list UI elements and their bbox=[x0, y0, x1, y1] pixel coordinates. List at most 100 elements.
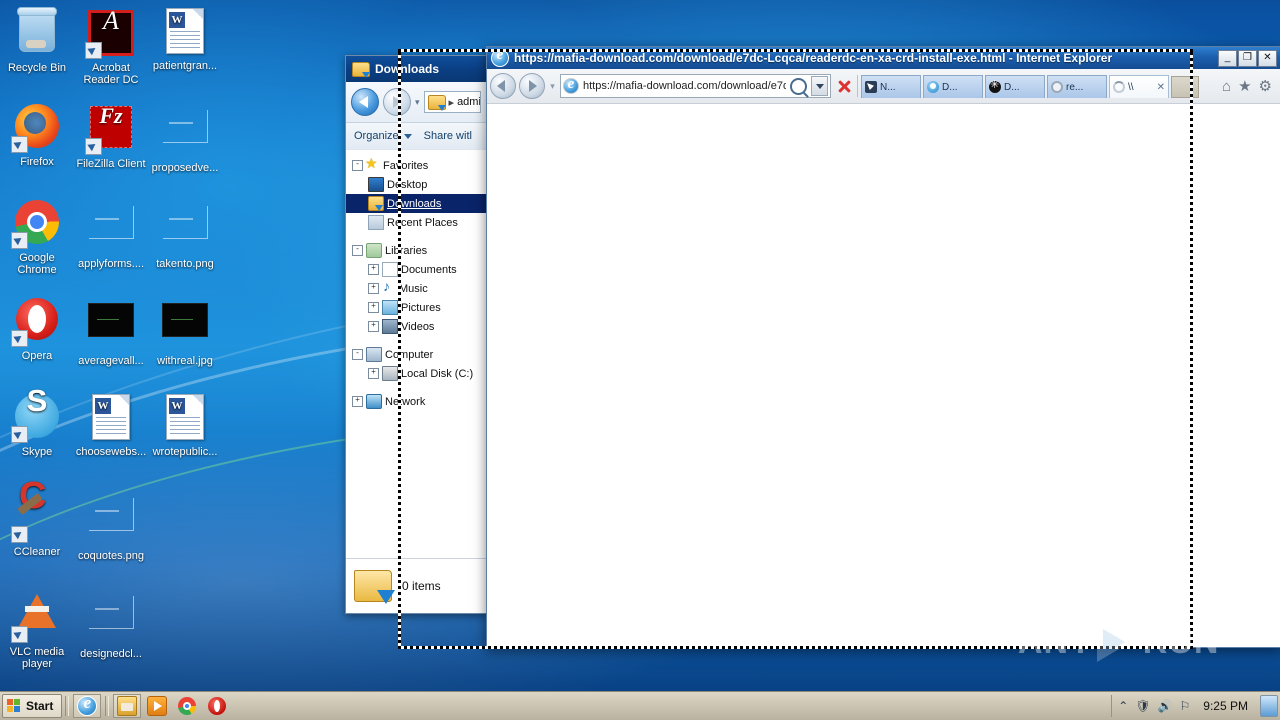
tree-item-network[interactable]: + Network bbox=[346, 392, 486, 411]
internet-explorer-icon bbox=[77, 693, 98, 716]
start-button[interactable]: Start bbox=[2, 694, 63, 718]
explorer-title-text: Downloads bbox=[375, 62, 440, 76]
desktop-icon-filezilla[interactable]: FileZilla Client bbox=[74, 102, 148, 170]
show-hidden-icons-chevron-icon[interactable]: ⌃ bbox=[1118, 699, 1128, 713]
tree-item-downloads[interactable]: Downloads bbox=[346, 194, 486, 213]
show-desktop-button[interactable] bbox=[1260, 695, 1278, 717]
desktop-icon-designedcl[interactable]: designedcl... bbox=[74, 588, 148, 660]
explorer-navigation-pane[interactable]: - Favorites Desktop Downloads Recent Pla… bbox=[346, 149, 486, 558]
taskbar-item-google-chrome[interactable] bbox=[173, 694, 201, 718]
breadcrumb-folder-icon bbox=[427, 94, 446, 111]
tree-item-pictures[interactable]: + Pictures bbox=[346, 298, 486, 317]
home-icon[interactable]: ⌂ bbox=[1222, 78, 1231, 95]
expander-icon[interactable]: + bbox=[368, 283, 379, 294]
search-icon[interactable] bbox=[790, 77, 807, 95]
maximize-button[interactable]: ❐ bbox=[1238, 49, 1257, 67]
desktop-icon-averagevall[interactable]: averagevall... bbox=[74, 295, 148, 367]
desktop-icon-vlc[interactable]: VLC media player bbox=[0, 588, 74, 670]
desktop-icon-google-chrome[interactable]: Google Chrome bbox=[0, 198, 74, 276]
computer-icon bbox=[366, 347, 382, 362]
desktop-icon-applyforms[interactable]: applyforms.... bbox=[74, 198, 148, 270]
back-button[interactable] bbox=[351, 88, 379, 116]
desktop-icon-withreal-jpg[interactable]: withreal.jpg bbox=[148, 295, 222, 367]
expander-icon[interactable]: + bbox=[368, 321, 379, 332]
expander-icon[interactable]: - bbox=[352, 160, 363, 171]
desktop-icon-firefox[interactable]: Firefox bbox=[0, 102, 74, 168]
address-bar[interactable]: https://mafia-download.com/download/e7dc… bbox=[560, 74, 831, 98]
ie-page-content[interactable] bbox=[487, 104, 1280, 647]
back-button[interactable] bbox=[490, 73, 516, 99]
taskbar-item-internet-explorer[interactable] bbox=[73, 693, 102, 718]
favorites-star-icon[interactable]: ★ bbox=[1238, 77, 1251, 95]
ccleaner-icon bbox=[11, 490, 61, 543]
desktop-icon-opera[interactable]: Opera bbox=[0, 295, 74, 362]
recent-pages-chevron-icon[interactable]: ▾ bbox=[548, 81, 557, 92]
tree-item-videos[interactable]: + Videos bbox=[346, 317, 486, 336]
forward-button[interactable] bbox=[383, 88, 411, 116]
tree-item-favorites[interactable]: - Favorites bbox=[346, 155, 486, 175]
recent-places-icon bbox=[368, 215, 384, 230]
expander-icon[interactable]: + bbox=[368, 264, 379, 275]
desktop-icon-ccleaner[interactable]: CCleaner bbox=[0, 490, 74, 558]
ie-title-bar[interactable]: https://mafia-download.com/download/e7dc… bbox=[487, 47, 1280, 69]
minimize-button[interactable]: _ bbox=[1218, 49, 1237, 67]
new-tab-button[interactable] bbox=[1171, 76, 1199, 98]
tree-item-documents[interactable]: + Documents bbox=[346, 260, 486, 279]
shortcut-overlay-icon bbox=[11, 626, 28, 643]
recent-pages-chevron-icon[interactable]: ▾ bbox=[415, 97, 420, 108]
organize-menu-button[interactable]: Organize bbox=[354, 130, 412, 142]
address-dropdown-button[interactable] bbox=[811, 76, 828, 96]
tab-2[interactable]: D... bbox=[923, 75, 983, 98]
loading-spinner-icon bbox=[1113, 81, 1125, 93]
desktop-icon-coquotes-png[interactable]: coquotes.png bbox=[74, 490, 148, 562]
image-file-icon bbox=[161, 110, 209, 158]
tree-item-libraries[interactable]: - Libraries bbox=[346, 241, 486, 260]
taskbar[interactable]: Start ⌃ 🛡 🔊 ⚐ 9:25 PM bbox=[0, 691, 1280, 720]
desktop-icon-wrotepublic[interactable]: W wrotepublic... bbox=[148, 392, 222, 458]
internet-explorer-window[interactable]: https://mafia-download.com/download/e7dc… bbox=[486, 46, 1280, 648]
stop-button[interactable] bbox=[834, 76, 854, 96]
volume-icon[interactable]: 🔊 bbox=[1158, 699, 1173, 713]
desktop-icon-label: coquotes.png bbox=[77, 550, 145, 562]
expander-icon[interactable]: + bbox=[352, 396, 363, 407]
address-breadcrumb-bar[interactable]: ▸ admin bbox=[423, 91, 481, 113]
tab-3[interactable]: D... bbox=[985, 75, 1045, 98]
expander-icon[interactable]: - bbox=[352, 245, 363, 256]
desktop-icon-proposedve[interactable]: proposedve... bbox=[148, 102, 222, 174]
tree-item-recent-places[interactable]: Recent Places bbox=[346, 213, 486, 232]
taskbar-item-windows-media-player[interactable] bbox=[143, 694, 171, 718]
explorer-title-bar[interactable]: Downloads bbox=[346, 56, 486, 82]
desktop-icon-patientgran[interactable]: W patientgran... bbox=[148, 6, 222, 72]
taskbar-item-opera[interactable] bbox=[203, 694, 231, 718]
clock[interactable]: 9:25 PM bbox=[1197, 699, 1254, 713]
action-center-flag-icon[interactable]: 🛡 bbox=[1135, 699, 1150, 713]
tools-gear-icon[interactable]: ⚙ bbox=[1259, 77, 1272, 95]
tab-1[interactable]: N... bbox=[861, 75, 921, 98]
tab-4[interactable]: re... bbox=[1047, 75, 1107, 98]
image-file-icon bbox=[161, 206, 209, 254]
expander-icon[interactable]: + bbox=[368, 302, 379, 313]
close-button[interactable]: ✕ bbox=[1258, 49, 1277, 67]
desktop-icon-takento-png[interactable]: takento.png bbox=[148, 198, 222, 270]
desktop-icon-recycle-bin[interactable]: Recycle Bin bbox=[0, 6, 74, 74]
windows-explorer-window[interactable]: Downloads ▾ ▸ admin Organize Share witl … bbox=[345, 55, 487, 614]
tree-item-local-disk[interactable]: + Local Disk (C:) bbox=[346, 364, 486, 383]
desktop-icon-acrobat-reader[interactable]: Acrobat Reader DC bbox=[74, 6, 148, 86]
taskbar-item-windows-explorer[interactable] bbox=[113, 694, 142, 718]
desktop-icon-skype[interactable]: Skype bbox=[0, 392, 74, 458]
share-with-menu-button[interactable]: Share witl bbox=[424, 130, 472, 142]
address-bar-text: https://mafia-download.com/download/e7dc… bbox=[583, 80, 786, 92]
network-flag-icon[interactable]: ⚐ bbox=[1180, 699, 1191, 713]
tree-item-label: Desktop bbox=[387, 178, 428, 191]
tree-item-desktop[interactable]: Desktop bbox=[346, 175, 486, 194]
pictures-icon bbox=[382, 300, 398, 315]
filezilla-icon bbox=[85, 106, 135, 155]
tree-item-computer[interactable]: - Computer bbox=[346, 345, 486, 364]
close-icon[interactable]: ✕ bbox=[1157, 82, 1165, 93]
desktop-icon-choosewebs[interactable]: W choosewebs... bbox=[74, 392, 148, 458]
forward-button[interactable] bbox=[519, 73, 545, 99]
expander-icon[interactable]: + bbox=[368, 368, 379, 379]
tab-5-active[interactable]: \\ ✕ bbox=[1109, 75, 1169, 98]
tree-item-music[interactable]: + Music bbox=[346, 278, 486, 298]
expander-icon[interactable]: - bbox=[352, 349, 363, 360]
